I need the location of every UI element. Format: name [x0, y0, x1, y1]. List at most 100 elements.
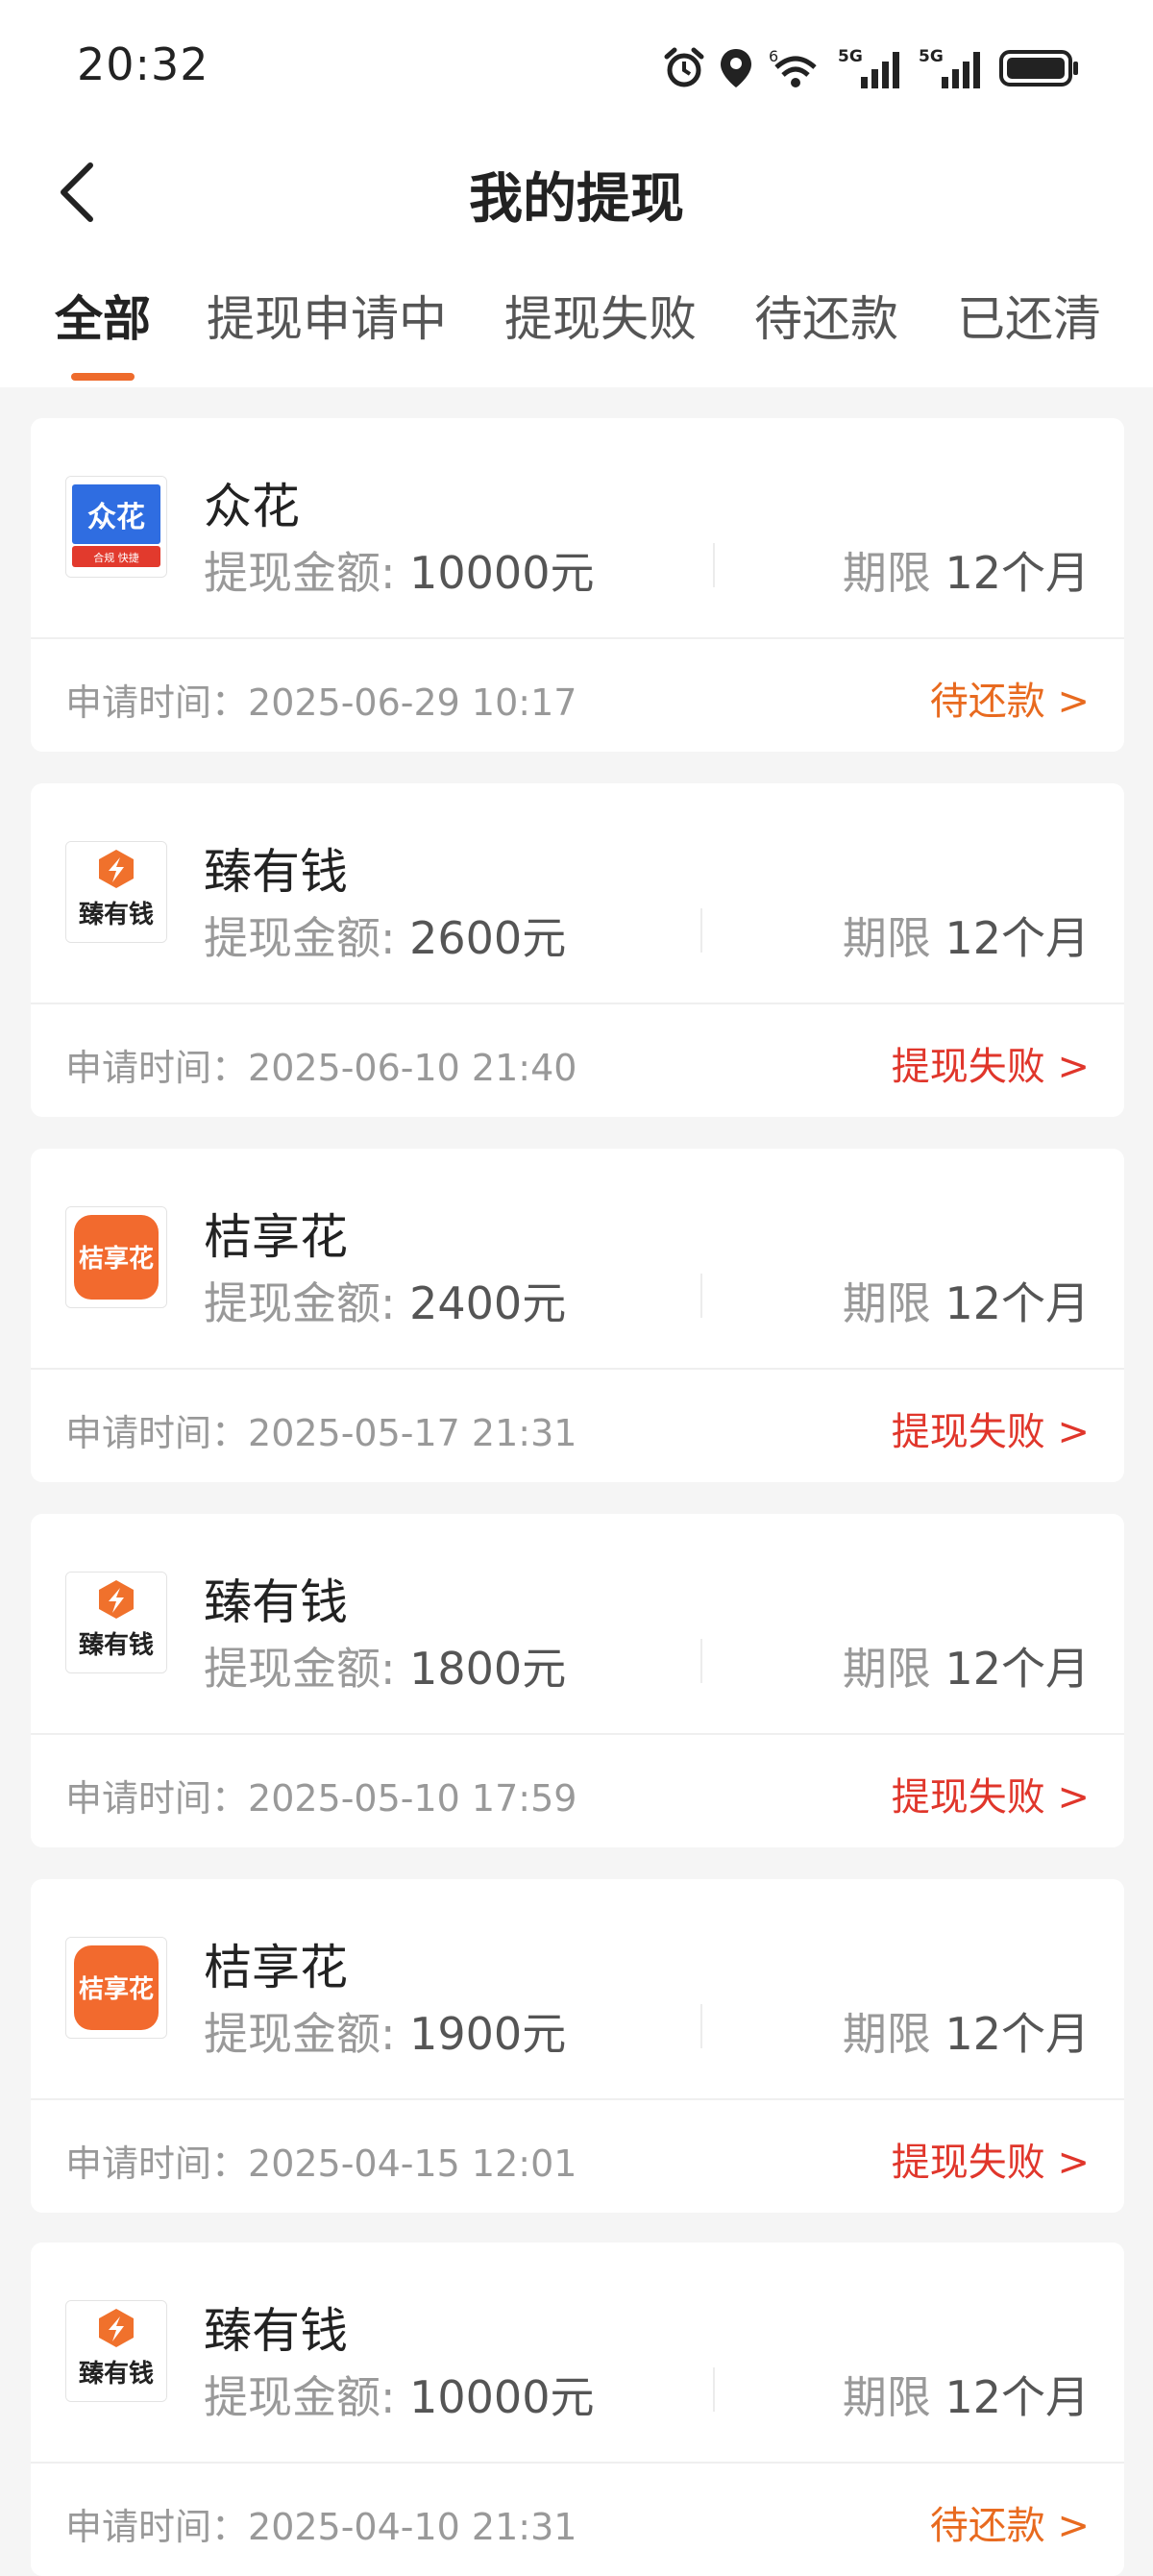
withdrawal-card[interactable]: 臻有钱 臻有钱 提现金额: 1800元 期限 12个月 申请时间：2025-05… — [31, 1514, 1124, 1847]
signal-5g-icon-1: 5G — [838, 47, 899, 88]
term-label: 期限 — [842, 2371, 945, 2423]
term-value: 12个月 — [944, 2371, 1090, 2423]
jiexianghua-logo: 桔享花 — [65, 1206, 167, 1308]
signal-5g-icon-2: 5G — [919, 47, 980, 88]
jiexianghua-logo: 桔享花 — [65, 1937, 167, 2039]
zhenyouqian-logo-text: 臻有钱 — [79, 901, 154, 929]
lender-name: 众花 — [204, 479, 300, 534]
battery-icon — [999, 50, 1078, 87]
status-link-failed[interactable]: 提现失败 > — [892, 1035, 1090, 1091]
term-label: 期限 — [842, 912, 945, 964]
zhenyouqian-logo: 臻有钱 — [65, 841, 167, 943]
card-divider — [31, 2098, 1124, 2100]
withdrawal-card[interactable]: 臻有钱 臻有钱 提现金额: 2600元 期限 12个月 申请时间：2025-06… — [31, 783, 1124, 1117]
apply-time-value: 2025-06-29 10:17 — [248, 681, 577, 724]
term-label: 期限 — [842, 1277, 945, 1329]
apply-time-row: 申请时间：2025-05-10 17:59 — [65, 1769, 576, 1821]
tab-all[interactable]: 全部 — [55, 281, 151, 350]
zhenyouqian-logo: 臻有钱 — [65, 1572, 167, 1673]
tab-paid-off[interactable]: 已还清 — [957, 281, 1101, 350]
term-row: 期限 12个月 — [843, 1269, 1090, 1332]
column-divider — [713, 2367, 715, 2412]
card-divider — [31, 1733, 1124, 1735]
term-value: 12个月 — [944, 2008, 1090, 2060]
term-label: 期限 — [842, 2008, 945, 2060]
card-divider — [31, 1003, 1124, 1004]
lender-name: 臻有钱 — [204, 1574, 348, 1630]
apply-time-label: 申请时间： — [65, 2143, 249, 2185]
apply-time-value: 2025-04-10 21:31 — [248, 2506, 577, 2548]
term-value: 12个月 — [944, 1277, 1090, 1329]
term-label: 期限 — [842, 547, 945, 599]
amount-row: 提现金额: 10000元 — [204, 538, 594, 602]
amount-value: 10000元 — [409, 547, 595, 599]
lender-name: 臻有钱 — [204, 2303, 348, 2359]
apply-time-value: 2025-06-10 21:40 — [248, 1047, 577, 1089]
card-divider — [31, 1368, 1124, 1370]
term-value: 12个月 — [944, 547, 1090, 599]
apply-time-row: 申请时间：2025-06-29 10:17 — [65, 673, 576, 726]
amount-value: 2600元 — [409, 912, 567, 964]
term-row: 期限 12个月 — [843, 1634, 1090, 1697]
apply-time-row: 申请时间：2025-04-15 12:01 — [65, 2134, 576, 2187]
status-link-pending[interactable]: 待还款 > — [930, 2494, 1090, 2550]
amount-label: 提现金额: — [204, 912, 410, 964]
apply-time-label: 申请时间： — [65, 1412, 249, 1454]
amount-value: 2400元 — [409, 1277, 567, 1329]
apply-time-row: 申请时间：2025-04-10 21:31 — [65, 2497, 576, 2550]
active-tab-indicator — [71, 373, 135, 381]
jiexianghua-logo-text: 桔享花 — [79, 1244, 154, 1274]
withdrawal-card[interactable]: 桔享花 桔享花 提现金额: 1900元 期限 12个月 申请时间：2025-04… — [31, 1879, 1124, 2213]
amount-value: 1800元 — [409, 1643, 567, 1695]
filter-tabs: 全部 提现申请中 提现失败 待还款 已还清 — [0, 250, 1153, 387]
status-link-failed[interactable]: 提现失败 > — [892, 2131, 1090, 2187]
status-icons: 6 5G 5G — [663, 44, 1080, 92]
apply-time-value: 2025-05-17 21:31 — [248, 1412, 577, 1454]
tab-applying[interactable]: 提现申请中 — [207, 281, 447, 350]
term-value: 12个月 — [944, 912, 1090, 964]
term-row: 期限 12个月 — [843, 2363, 1090, 2426]
tab-failed[interactable]: 提现失败 — [504, 281, 697, 350]
apply-time-value: 2025-04-15 12:01 — [248, 2143, 577, 2185]
amount-label: 提现金额: — [204, 2008, 410, 2060]
amount-label: 提现金额: — [204, 1277, 410, 1329]
nav-bar: 我的提现 — [0, 135, 1153, 250]
apply-time-label: 申请时间： — [65, 681, 249, 724]
column-divider — [713, 543, 715, 587]
status-link-pending[interactable]: 待还款 > — [930, 670, 1090, 726]
network-label-2: 5G — [919, 47, 944, 66]
amount-value: 1900元 — [409, 2008, 567, 2060]
amount-row: 提现金额: 10000元 — [204, 2363, 594, 2426]
zhenyouqian-logo-text: 臻有钱 — [79, 2360, 154, 2389]
amount-label: 提现金额: — [204, 1643, 410, 1695]
jiexianghua-logo-text: 桔享花 — [79, 1974, 154, 2004]
withdrawal-card[interactable]: 臻有钱 臻有钱 提现金额: 10000元 期限 12个月 申请时间：2025-0… — [31, 2242, 1124, 2576]
apply-time-row: 申请时间：2025-05-17 21:31 — [65, 1403, 576, 1456]
apply-time-label: 申请时间： — [65, 2506, 249, 2548]
column-divider — [700, 1639, 702, 1683]
alarm-icon — [664, 47, 704, 87]
tab-pending-repayment[interactable]: 待还款 — [754, 281, 898, 350]
amount-row: 提现金额: 1900元 — [204, 1999, 566, 2063]
card-divider — [31, 637, 1124, 639]
wifi-badge: 6 — [769, 47, 778, 65]
withdrawal-card[interactable]: 桔享花 桔享花 提现金额: 2400元 期限 12个月 申请时间：2025-05… — [31, 1149, 1124, 1482]
lender-name: 臻有钱 — [204, 844, 348, 900]
apply-time-label: 申请时间： — [65, 1777, 249, 1820]
column-divider — [700, 1274, 702, 1318]
zhenyouqian-logo-text: 臻有钱 — [79, 1631, 154, 1660]
status-link-failed[interactable]: 提现失败 > — [892, 1766, 1090, 1821]
amount-label: 提现金额: — [204, 547, 410, 599]
amount-row: 提现金额: 1800元 — [204, 1634, 566, 1697]
term-row: 期限 12个月 — [843, 904, 1090, 967]
withdrawal-card[interactable]: 众花 合规 快捷 众花 提现金额: 10000元 期限 12个月 申请时间：20… — [31, 418, 1124, 752]
status-link-failed[interactable]: 提现失败 > — [892, 1400, 1090, 1456]
term-row: 期限 12个月 — [843, 1999, 1090, 2063]
network-label-1: 5G — [838, 47, 863, 66]
location-icon — [721, 49, 751, 87]
amount-row: 提现金额: 2600元 — [204, 904, 566, 967]
column-divider — [700, 2004, 702, 2048]
zhonghua-logo-subtext: 合规 快捷 — [93, 551, 139, 564]
zhenyouqian-logo: 臻有钱 — [65, 2300, 167, 2402]
apply-time-row: 申请时间：2025-06-10 21:40 — [65, 1038, 576, 1091]
